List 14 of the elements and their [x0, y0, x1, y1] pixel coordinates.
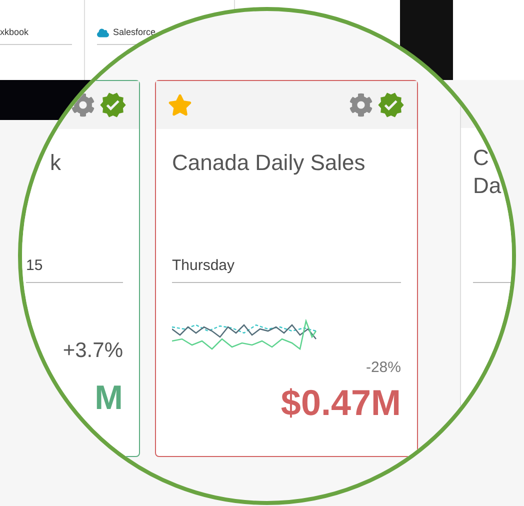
change-percent: -28%	[364, 358, 401, 378]
value-text: M	[94, 378, 123, 418]
card-title: Canada Daily Sales	[172, 149, 366, 177]
card-title: k	[50, 149, 62, 177]
card-title-line: Da	[473, 172, 502, 200]
value-text: $0.47M	[280, 383, 401, 423]
source-label: Salesforce	[113, 26, 156, 39]
period-label: Thursday	[172, 255, 401, 282]
star-icon[interactable]	[168, 93, 192, 117]
card-title-line: C	[473, 144, 490, 172]
period-label: 15	[26, 255, 123, 282]
settings-icon[interactable]	[71, 93, 95, 117]
source-label: xkbook	[0, 26, 29, 39]
change-percent: +3.7%	[62, 338, 123, 364]
